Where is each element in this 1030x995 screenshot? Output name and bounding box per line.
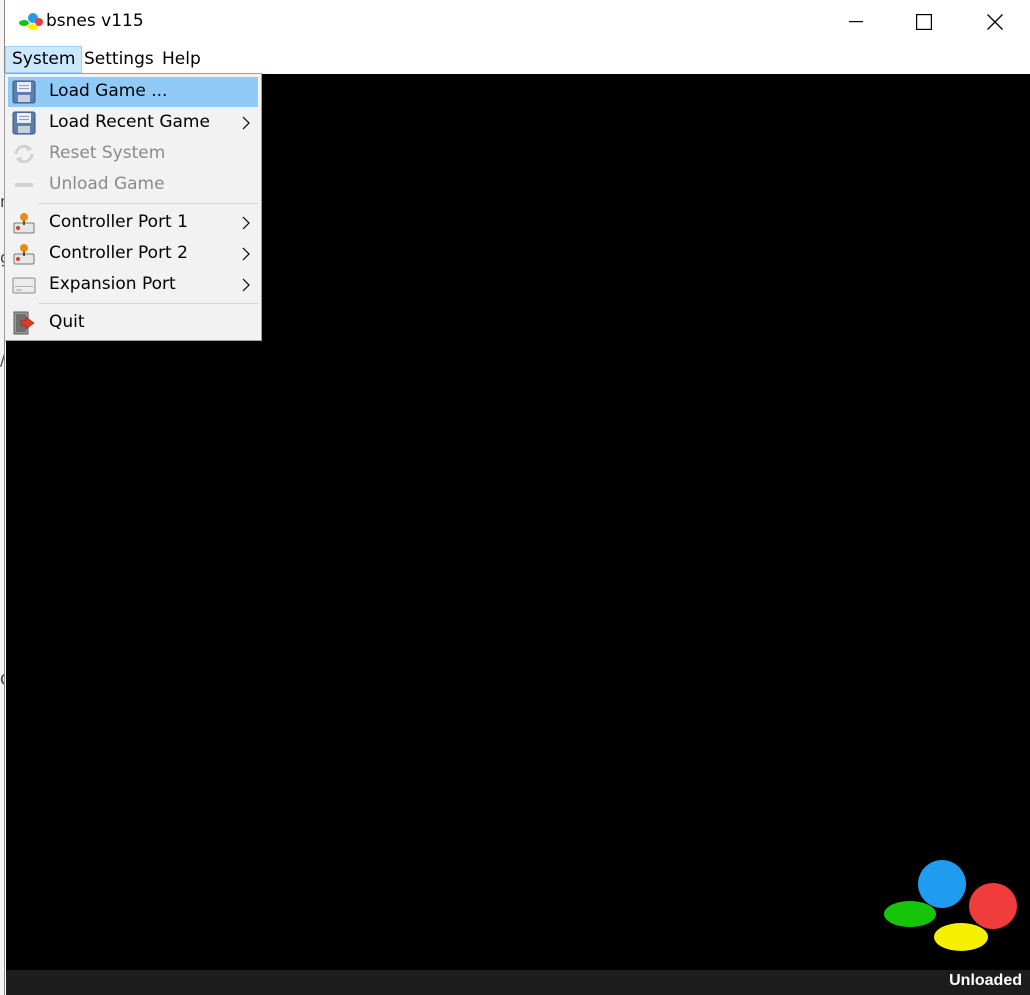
title-bar[interactable]: bsnes v115: [5, 0, 1030, 44]
menu-item-label: Controller Port 2: [49, 243, 188, 263]
menu-settings[interactable]: Settings: [77, 46, 161, 73]
menu-help[interactable]: Help: [155, 46, 208, 73]
super-famicom-logo: [884, 860, 1017, 951]
minimize-button[interactable]: [821, 0, 891, 44]
system-menu-dropdown: Load Game ... Load Recent Game Reset Sys…: [4, 73, 262, 341]
status-bar: Unloaded: [6, 970, 1030, 995]
submenu-arrow-icon: [242, 278, 250, 292]
window-title: bsnes v115: [46, 11, 144, 31]
menu-item-controller-port-1[interactable]: Controller Port 1: [8, 208, 258, 238]
bsnes-logo-icon: [19, 13, 43, 30]
menu-item-expansion-port[interactable]: Expansion Port: [8, 270, 258, 300]
floppy-disk-icon: [12, 111, 36, 135]
menu-item-label: Reset System: [49, 143, 166, 163]
maximize-button[interactable]: [889, 0, 959, 44]
joystick-icon: [13, 213, 35, 234]
remove-icon: [15, 183, 33, 187]
submenu-arrow-icon: [242, 216, 250, 230]
menu-separator: [39, 203, 258, 204]
menu-item-label: Expansion Port: [49, 274, 176, 294]
joystick-icon: [13, 244, 35, 265]
minimize-icon: [849, 21, 863, 23]
submenu-arrow-icon: [242, 116, 250, 130]
maximize-icon: [916, 14, 932, 30]
menu-item-load-game[interactable]: Load Game ...: [8, 77, 258, 107]
floppy-disk-icon: [12, 80, 36, 104]
menu-separator: [39, 303, 258, 304]
close-button[interactable]: [960, 0, 1030, 44]
expansion-port-icon: [12, 277, 36, 294]
submenu-arrow-icon: [242, 247, 250, 261]
menu-item-controller-port-2[interactable]: Controller Port 2: [8, 239, 258, 269]
exit-icon: [13, 311, 35, 335]
menu-item-reset-system[interactable]: Reset System: [8, 139, 258, 169]
menu-item-label: Unload Game: [49, 174, 165, 194]
menu-item-label: Controller Port 1: [49, 212, 188, 232]
menu-item-label: Quit: [49, 312, 85, 332]
menu-item-label: Load Game ...: [49, 81, 168, 101]
menu-bar: System Settings Help: [5, 44, 1030, 74]
refresh-icon: [14, 144, 34, 164]
menu-item-label: Load Recent Game: [49, 112, 210, 132]
menu-item-load-recent-game[interactable]: Load Recent Game: [8, 108, 258, 138]
menu-item-unload-game[interactable]: Unload Game: [8, 170, 258, 200]
close-icon: [987, 14, 1003, 30]
status-text: Unloaded: [949, 972, 1022, 989]
menu-system[interactable]: System: [5, 46, 83, 73]
menu-item-quit[interactable]: Quit: [8, 308, 258, 338]
